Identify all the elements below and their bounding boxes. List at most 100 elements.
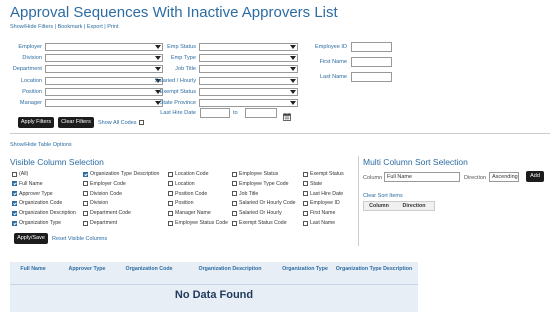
visible-column-option[interactable]: Department [83,220,117,226]
top-links[interactable]: Show/Hide Filters | Bookmark | Export | … [10,24,119,30]
filter-select-state-province[interactable] [199,99,298,107]
results-header-organization-type[interactable]: Organization Type [280,262,330,284]
column-checkbox[interactable] [83,191,88,197]
column-checkbox-label: Position [175,200,194,207]
sort-column-label: Column [363,175,383,181]
filter-select-department[interactable] [45,65,163,74]
apply-filters-button[interactable]: Apply Filters [18,117,54,128]
visible-column-option[interactable]: Salaried Or Hourly [232,210,282,216]
column-checkbox[interactable] [232,191,237,197]
results-header-organization-description[interactable]: Organization Description [180,262,280,284]
visible-column-option[interactable]: Last Hire Date [303,191,343,197]
filter-select-position[interactable] [45,87,163,96]
sort-column-input[interactable]: Full Name [384,172,460,182]
add-sort-button[interactable]: Add [526,171,544,182]
column-checkbox[interactable] [303,181,308,187]
visible-column-option[interactable]: Organization Code [12,200,62,206]
column-checkbox[interactable] [12,181,17,187]
filter-select-exempt-status[interactable] [199,87,298,96]
calendar-icon[interactable] [283,108,291,121]
results-header-organization-code[interactable]: Organization Code [118,262,180,284]
column-checkbox-label: Department Code [90,210,131,217]
column-checkbox[interactable] [303,171,308,177]
column-checkbox[interactable] [168,191,173,197]
visible-column-option[interactable]: Exempt Status [303,171,344,177]
visible-column-option[interactable]: Salaried Or Hourly Code [232,200,296,206]
visible-column-option[interactable]: (All) [12,171,28,177]
column-checkbox[interactable] [232,200,237,206]
visible-column-option[interactable]: Employee Type Code [232,181,289,187]
column-checkbox[interactable] [303,220,308,226]
last-hire-date-to-input[interactable] [245,108,277,118]
visible-column-option[interactable]: Approver Type [12,191,53,197]
clear-sort-items-link[interactable]: Clear Sort Items [363,193,403,199]
results-header-full-name[interactable]: Full Name [10,262,56,284]
visible-column-option[interactable]: Location Code [168,171,208,177]
results-header-approver-type[interactable]: Approver Type [56,262,118,284]
filter-select-employer[interactable] [45,43,163,51]
column-checkbox-label: Position Code [175,190,208,197]
visible-column-option[interactable]: Position [168,200,193,206]
results-header-organization-type-description[interactable]: Organization Type Description [330,262,418,284]
column-checkbox[interactable] [168,181,173,187]
column-checkbox[interactable] [83,171,88,177]
filter-select-job-title[interactable] [199,65,298,74]
filter-select-manager[interactable] [45,99,163,107]
filter-select-location[interactable] [45,76,163,85]
column-checkbox[interactable] [168,210,173,216]
filter-select-emp-type[interactable] [199,54,298,63]
column-checkbox[interactable] [168,200,173,206]
column-checkbox[interactable] [303,210,308,216]
column-checkbox[interactable] [303,200,308,206]
visible-column-option[interactable]: Job Title [232,191,258,197]
visible-column-option[interactable]: State [303,181,322,187]
column-checkbox[interactable] [12,210,17,216]
column-checkbox[interactable] [12,171,17,177]
visible-column-option[interactable]: Location [168,181,195,187]
visible-column-option[interactable]: Employee Status Code [168,220,228,226]
page-title: Approval Sequences With Inactive Approve… [10,4,338,21]
column-checkbox[interactable] [232,210,237,216]
column-checkbox[interactable] [12,220,17,226]
clear-filters-button[interactable]: Clear Filters [58,117,94,128]
visible-column-option[interactable]: First Name [303,210,335,216]
filter-select-salaried-hourly[interactable] [199,76,298,85]
apply-save-button[interactable]: Apply/Save [14,233,48,244]
visible-column-option[interactable]: Employer Code [83,181,126,187]
visible-column-option[interactable]: Full Name [12,181,43,187]
visible-column-option[interactable]: Employee Status [232,171,278,177]
column-checkbox[interactable] [83,220,88,226]
visible-column-option[interactable]: Last Name [303,220,335,226]
sort-direction-select[interactable]: Ascending [489,172,519,182]
column-checkbox[interactable] [83,181,88,187]
column-checkbox[interactable] [303,191,308,197]
filter-input-first-name[interactable] [351,57,392,67]
visible-column-option[interactable]: Exempt Status Code [232,220,287,226]
column-checkbox[interactable] [12,200,17,206]
visible-column-option[interactable]: Division Code [83,191,122,197]
visible-column-option[interactable]: Organization Type Description [83,171,159,177]
filter-select-division[interactable] [45,54,163,63]
filter-select-emp-status[interactable] [199,43,298,51]
column-checkbox[interactable] [232,171,237,177]
visible-column-option[interactable]: Division [83,200,108,206]
filter-input-last-name[interactable] [351,72,392,82]
column-checkbox[interactable] [168,220,173,226]
visible-column-option[interactable]: Position Code [168,191,207,197]
column-checkbox[interactable] [83,200,88,206]
last-hire-date-from-input[interactable] [200,108,230,118]
reset-visible-columns-link[interactable]: Reset Visible Columns [52,236,107,242]
visible-column-option[interactable]: Organization Description [12,210,76,216]
visible-column-option[interactable]: Department Code [83,210,131,216]
filter-input-employee-id[interactable] [351,42,392,52]
show-all-codes-checkbox[interactable] [139,120,144,125]
column-checkbox[interactable] [12,191,17,197]
show-hide-table-options-link[interactable]: Show/Hide Table Options [10,142,72,148]
column-checkbox[interactable] [168,171,173,177]
column-checkbox[interactable] [232,181,237,187]
column-checkbox[interactable] [232,220,237,226]
column-checkbox[interactable] [83,210,88,216]
visible-column-option[interactable]: Employee ID [303,200,340,206]
visible-column-option[interactable]: Manager Name [168,210,211,216]
visible-column-option[interactable]: Organization Type [12,220,61,226]
